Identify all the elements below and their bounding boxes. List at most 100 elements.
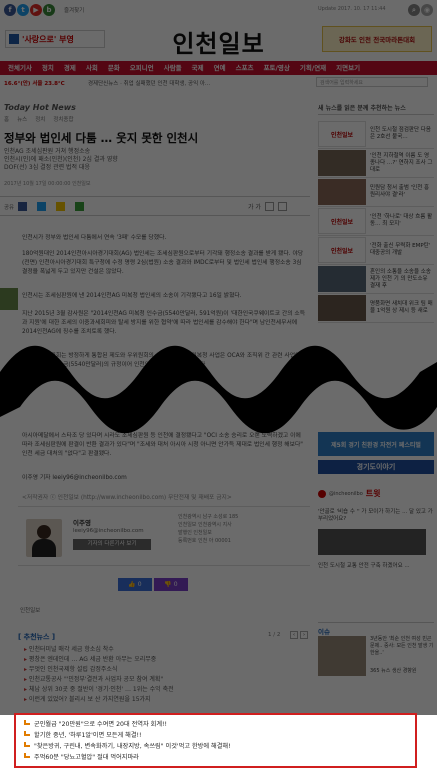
share-facebook-icon[interactable]	[18, 202, 28, 211]
like-count: 0	[137, 581, 142, 588]
prev-arrow-icon[interactable]: ‹	[290, 631, 298, 639]
related-item[interactable]: 인천교통공사 "'민정부'결전과 사업자 공모 참여 계획"	[24, 675, 306, 685]
left-banner-text: '사랑으로' 부영	[22, 34, 74, 44]
info-line: 인천일보 인천광역시 지사	[178, 522, 232, 528]
sidebar-news-text: 인천 도시철 점검판단 다음은 2호선 불국…	[370, 127, 431, 140]
dislike-button[interactable]: 👎 0	[154, 578, 188, 591]
sidebar-news-text: 민원담 청서 출범 '인천 흥 원리사야 결'라'	[370, 185, 430, 198]
nav-item-sports[interactable]: 스포츠	[231, 61, 259, 75]
breadcrumb: 홈 뉴스 정치 정치종합	[4, 115, 74, 123]
nav-item-economy[interactable]: 경제	[59, 61, 81, 75]
tweet-image	[318, 529, 426, 555]
profile-icon	[318, 489, 326, 498]
email-icon[interactable]	[277, 202, 287, 211]
news-thumbnail	[318, 150, 366, 176]
divider	[0, 215, 310, 216]
related-item[interactable]: 평창은 엔데인데 … AG 세금 반환 아무는 오리무중	[24, 655, 306, 665]
sidebar-news-list: 인천일보 인천 도시철 점검판단 다음은 2호선 불국… '인천 지하철역 이름 …	[318, 120, 434, 323]
sidebar-ad-gyeonggi[interactable]: 경기도이야기	[318, 460, 434, 474]
youtube-icon[interactable]: ▶	[30, 4, 42, 16]
ticker-text[interactable]: 경제단신뉴스 · 취업 실패했던 인천 대학생, 공익 아...	[88, 79, 288, 87]
nav-item-world[interactable]: 국제	[187, 61, 209, 75]
reporter-info: 인천광역시 남구 소성로 185 인천일보 인천광역시 지사 발행인 인천일보 …	[178, 513, 238, 545]
article-summary: 인천AG 조세심판원 거쳐 행정소송 인천시(인)에 패소(인천)(인천) 2심…	[4, 148, 204, 172]
social-bar: f t ▶ b 즐겨찾기	[4, 4, 84, 16]
breadcrumb-politics[interactable]: 정치	[35, 115, 45, 123]
nav-item-all[interactable]: 전체기사	[3, 61, 37, 75]
left-banner[interactable]: '사랑으로' 부영	[5, 30, 105, 48]
booyoung-logo-icon	[9, 34, 19, 44]
nav-item-politics[interactable]: 정치	[37, 61, 59, 75]
ad-item[interactable]: 군인월급 "20만원"으로 수여면 20대 전역자 회계!!	[24, 719, 407, 730]
issue-text-2[interactable]: 365 뉴스 생산 경향원	[370, 668, 434, 675]
corner-arrow-icon	[24, 720, 30, 725]
search-icon[interactable]: ⌕	[408, 4, 420, 16]
twitter-handle[interactable]: @incheonilbo	[329, 491, 363, 497]
nav-item-entertainment[interactable]: 연예	[209, 61, 231, 75]
share-twitter-icon[interactable]	[37, 202, 47, 211]
dislike-count: 0	[173, 581, 178, 588]
print-icon[interactable]	[264, 202, 274, 211]
sidebar-news-item[interactable]: 민원담 청서 출범 '인천 흥 원리사야 결'라'	[318, 178, 434, 207]
reporter-email[interactable]: leeiy96@incheonilbo.com	[73, 528, 144, 534]
sidebar-news-item[interactable]: 명품화면 새치대 위크 팀 매물 1억원 상 제시 등 새로	[318, 294, 434, 323]
right-banner[interactable]: 강화도 인천 전국마라톤대회	[322, 26, 432, 52]
right-banner-text: 강화도 인천 전국마라톤대회	[338, 36, 416, 44]
twitter-widget: @incheonilbo 트윗 '안골로 '비숍 수 '' 가 모이가 하기는 .…	[318, 488, 434, 608]
related-item[interactable]: 인천터미널 매각 세금 항소심 착수	[24, 645, 306, 655]
sidebar-news-text: '인천 지하철역 이름 도 영종나다 …?' 연하지 조사 그대로	[370, 152, 433, 173]
related-item[interactable]: 체납 상위 30곳 중 절반이 '경기·인천' … 1위는 수익 축전	[24, 685, 306, 695]
like-button[interactable]: 👍 0	[118, 578, 152, 591]
nav-item-people[interactable]: 사람들	[159, 61, 187, 75]
info-line: 인천광역시 남구 소성로 185	[178, 514, 239, 520]
ad-item[interactable]: 주먹60분 "당뇨고혈압" 절대 먹어지마라	[24, 752, 407, 763]
related-item[interactable]: 이런게 있었어? 블리시 보 산 가지연원을 15가지	[24, 695, 306, 705]
sidebar-news-item[interactable]: '인천 지하철역 이름 도 영종나다 …?' 연하지 조사 그대로	[318, 149, 434, 178]
breadcrumb-news[interactable]: 뉴스	[17, 115, 27, 123]
next-arrow-icon[interactable]: ›	[300, 631, 308, 639]
news-thumbnail	[318, 295, 366, 321]
sidebar-news-item[interactable]: 혼인의 소통을 소송을 소송 제가 인천 기 의 만도소유 결재 후	[318, 265, 434, 294]
ad-item[interactable]: "찾은방귀, 구린내, 변속화까기, 내장지방, 속쓰림" 이것'먹고 한방에 …	[24, 741, 407, 752]
breadcrumb-home[interactable]: 홈	[4, 115, 9, 123]
info-line: 등록번호 인천 아 00001	[178, 538, 231, 544]
update-date: Update 2017. 10. 17 11:44	[318, 6, 386, 12]
news-thumbnail	[318, 266, 366, 292]
sidebar-news-text: 혼인의 소통을 소송을 소송 제가 인천 기 의 만도소유 결재 후	[370, 268, 431, 289]
twitter-icon[interactable]: t	[17, 4, 29, 16]
section-title: Today Hot News	[4, 103, 76, 112]
article-title: 정부와 법인세 다툼 … 웃지 못한 인천시	[4, 131, 199, 145]
bookmark-link[interactable]: 즐겨찾기	[64, 6, 84, 14]
nav-item-society[interactable]: 사회	[81, 61, 103, 75]
share-kakao-icon[interactable]	[56, 202, 66, 211]
nav-item-series[interactable]: 기획/연재	[295, 61, 331, 75]
ad-item[interactable]: 할기한 중년, '하루1알'이면 모든게 해결!!	[24, 730, 407, 741]
share-band-icon[interactable]	[75, 202, 85, 211]
article-side-image	[0, 288, 18, 310]
ad-list: 군인월급 "20만원"으로 수여면 20대 전역자 회계!! 할기한 중년, '…	[24, 719, 407, 763]
related-item[interactable]: 무엇인 인천국제항 설립 감정주소식	[24, 665, 306, 675]
sidebar-news-item[interactable]: 인천일보 '인천 '하나로' 대상 흐름 활동… 최 모지'	[318, 207, 434, 236]
nav-item-photo[interactable]: 포토/영상	[259, 61, 295, 75]
sidebar-news-item[interactable]: 인천일보 '전화 출신 무력화 EMP탄' 대중공의 개발	[318, 236, 434, 265]
search-input[interactable]: 검색어를 입력하세요	[316, 77, 428, 87]
tweet-text: 인천 도시철 교통 안전 구축 하겠어요 ...	[318, 563, 410, 569]
sidebar-title: 새 뉴스를 읽은 분께 추천하는 뉴스	[318, 103, 434, 115]
font-size-button[interactable]: 가 가	[248, 202, 261, 211]
facebook-icon[interactable]: f	[4, 4, 16, 16]
sidebar-news-item[interactable]: 인천일보 인천 도시철 점검판단 다음은 2호선 불국…	[318, 120, 434, 149]
blog-icon[interactable]: b	[43, 4, 55, 16]
nav-item-opinion[interactable]: 오피니언	[125, 61, 159, 75]
reporter-more-button[interactable]: 기자의 다른기사 보기	[73, 539, 151, 550]
nav-item-epaper[interactable]: 지면보기	[331, 61, 365, 75]
ad-item-text: 주먹60분 "당뇨고혈압" 절대 먹어지마라	[34, 754, 139, 761]
ad-item-text: 할기한 중년, '하루1알'이면 모든게 해결!!	[34, 732, 142, 739]
share-label: 공유	[4, 204, 15, 211]
nav-item-culture[interactable]: 문화	[103, 61, 125, 75]
article-paragraph: 인천시는 조세심판원에 낸 2014인천AG 미복청 법인세의 소송이 기각됐다…	[22, 293, 242, 299]
rss-icon[interactable]: ◉	[421, 4, 433, 16]
breadcrumb-politics-general[interactable]: 정치종합	[53, 115, 73, 123]
related-nav: ‹ ›	[290, 631, 308, 639]
site-logo[interactable]: 인천일보	[150, 24, 287, 59]
issue-text[interactable]: 3년동안 '최순 인천 여성 빈곤 문제.. 중사: 모든 인천 발생 기한을.…	[370, 636, 434, 657]
